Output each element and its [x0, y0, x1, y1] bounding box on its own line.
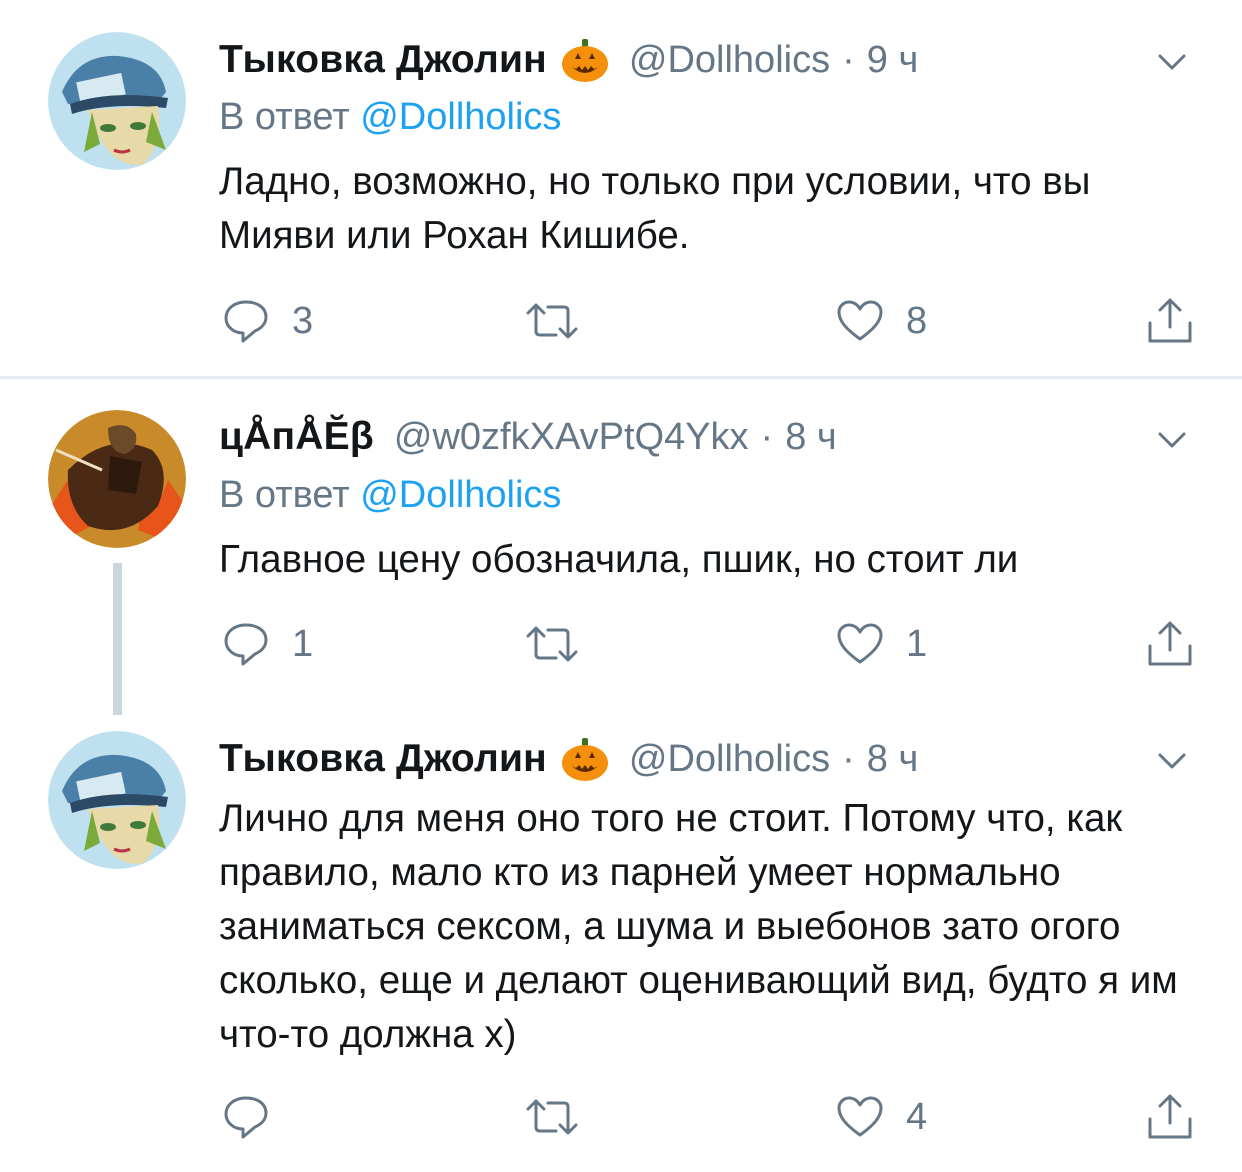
timestamp[interactable]: 8 ч: [867, 738, 919, 781]
retweet-button[interactable]: [526, 619, 600, 669]
reply-icon: [224, 300, 268, 343]
share-icon: [1148, 298, 1192, 343]
avatar-jolyne[interactable]: [48, 32, 186, 170]
display-name[interactable]: Тыковка Джолин: [219, 38, 547, 82]
heart-icon: [837, 1096, 883, 1137]
tweet-text: Главное цену обозначила, пшик, но стоит …: [219, 538, 1019, 581]
like-button[interactable]: 4: [836, 1092, 927, 1142]
reply-count: 3: [292, 299, 314, 342]
tweet-text: Лично для меня оно того не стоит. Потому…: [219, 797, 1178, 1056]
separator-dot: ·: [842, 737, 855, 780]
retweet-button[interactable]: [526, 296, 600, 346]
reply-context: В ответ @Dollholics: [219, 474, 561, 517]
tweet-actions: 1 1: [0, 619, 1242, 669]
heart-icon: [837, 623, 883, 664]
display-name[interactable]: цÅпÅĔβ: [219, 415, 374, 459]
retweet-icon: [526, 303, 578, 339]
timestamp[interactable]: 8 ч: [785, 416, 837, 459]
tweet-1[interactable]: Тыковка Джолин @Dollholics · 9 ч В ответ…: [0, 0, 1242, 376]
reply-prefix: В ответ: [219, 474, 350, 516]
separator-dot: ·: [842, 38, 855, 81]
reply-button[interactable]: 1: [222, 619, 313, 669]
reply-context: В ответ @Dollholics: [219, 96, 561, 139]
share-button[interactable]: [1146, 619, 1194, 669]
share-icon: [1148, 621, 1192, 666]
reply-count: 1: [292, 622, 314, 665]
like-count: 1: [906, 622, 928, 665]
share-button[interactable]: [1146, 296, 1194, 346]
share-button[interactable]: [1146, 1092, 1194, 1142]
avatar-jolyne[interactable]: [48, 731, 186, 869]
heart-icon: [837, 300, 883, 341]
reply-to-link[interactable]: @Dollholics: [360, 474, 561, 516]
share-icon: [1148, 1094, 1192, 1139]
thread-connector-line: [113, 563, 122, 715]
tweet-3[interactable]: Тыковка Джолин @Dollholics · 8 ч Лично д…: [0, 719, 1242, 1172]
reply-to-link[interactable]: @Dollholics: [360, 96, 561, 138]
avatar-horse-rider[interactable]: [48, 410, 186, 548]
like-count: 8: [906, 299, 928, 342]
reply-button[interactable]: [222, 1092, 292, 1142]
reply-icon: [224, 623, 268, 666]
tweet-2[interactable]: цÅпÅĔβ @w0zfkXAvPtQ4Ykx · 8 ч В ответ @D…: [0, 379, 1242, 719]
tweet-actions: 4: [0, 1092, 1242, 1142]
like-button[interactable]: 8: [836, 296, 927, 346]
reply-prefix: В ответ: [219, 96, 350, 138]
like-count: 4: [906, 1095, 928, 1138]
user-handle[interactable]: @w0zfkXAvPtQ4Ykx: [394, 416, 749, 459]
user-handle[interactable]: @Dollholics: [629, 738, 830, 781]
tweet-header: Тыковка Джолин @Dollholics · 8 ч: [219, 734, 918, 784]
tweet-actions: 3 8: [0, 296, 1242, 346]
reply-button[interactable]: 3: [222, 296, 313, 346]
like-button[interactable]: 1: [836, 619, 927, 669]
retweet-icon: [526, 626, 578, 662]
tweet-header: Тыковка Джолин @Dollholics · 9 ч: [219, 35, 918, 85]
chevron-down-icon[interactable]: [1152, 745, 1192, 775]
tweet-header: цÅпÅĔβ @w0zfkXAvPtQ4Ykx · 8 ч: [219, 412, 837, 462]
jack-o-lantern-icon: [561, 736, 609, 782]
tweet-text: Ладно, возможно, но только при условии, …: [219, 160, 1091, 257]
reply-icon: [224, 1096, 268, 1139]
retweet-icon: [526, 1099, 578, 1135]
separator-dot: ·: [760, 415, 774, 458]
display-name[interactable]: Тыковка Джолин: [219, 737, 547, 781]
retweet-button[interactable]: [526, 1092, 600, 1142]
timestamp[interactable]: 9 ч: [867, 39, 919, 82]
chevron-down-icon[interactable]: [1152, 424, 1192, 454]
chevron-down-icon[interactable]: [1152, 46, 1192, 76]
user-handle[interactable]: @Dollholics: [629, 39, 830, 82]
jack-o-lantern-icon: [561, 37, 609, 83]
